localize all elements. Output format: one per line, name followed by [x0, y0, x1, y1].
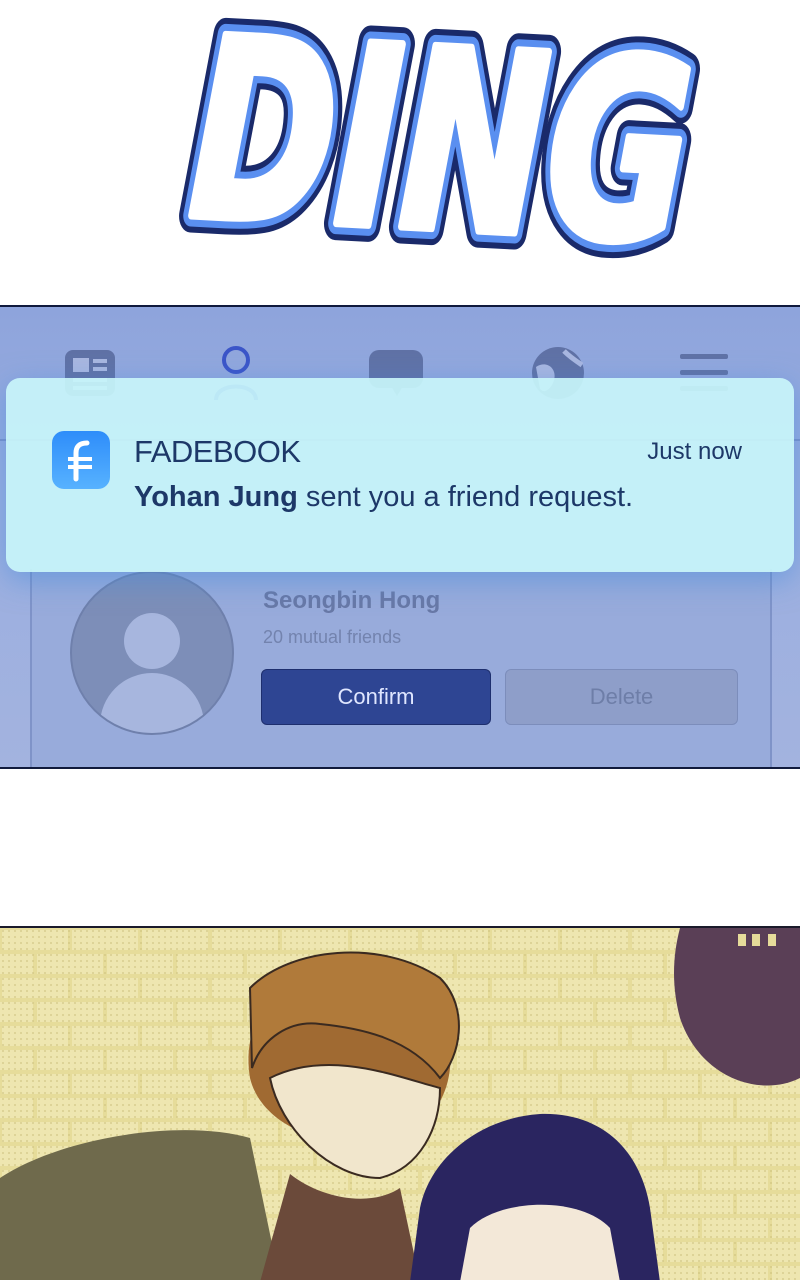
requester-name[interactable]: Seongbin Hong [263, 587, 440, 615]
svg-text:DING: DING [184, 0, 699, 300]
notification-message: Yohan Jung sent you a friend request. [134, 481, 633, 514]
svg-text:DING: DING [184, 0, 699, 300]
message-text: sent you a friend request. [297, 481, 634, 513]
avatar-head [124, 613, 180, 669]
avatar-body [100, 673, 204, 733]
app-name: FADEBOOK [134, 434, 301, 469]
fadebook-app-icon [52, 431, 110, 489]
friend-request-card: Seongbin Hong 20 mutual friends Confirm … [30, 569, 772, 767]
avatar[interactable] [70, 571, 234, 735]
mutual-friends-count: 20 mutual friends [263, 627, 402, 647]
push-notification-banner[interactable]: FADEBOOK Just now Yohan Jung sent you a … [6, 378, 794, 572]
comic-scene-illustration [0, 928, 800, 1280]
ding-sound-effect: DING DING DING [167, 0, 716, 317]
delete-button[interactable]: Delete [505, 669, 738, 725]
confirm-button[interactable]: Confirm [261, 669, 491, 725]
sender-name: Yohan Jung [134, 481, 298, 513]
notification-time: Just now [647, 438, 742, 465]
comic-illustration-panel [0, 926, 800, 1280]
svg-text:DING: DING [184, 0, 699, 300]
